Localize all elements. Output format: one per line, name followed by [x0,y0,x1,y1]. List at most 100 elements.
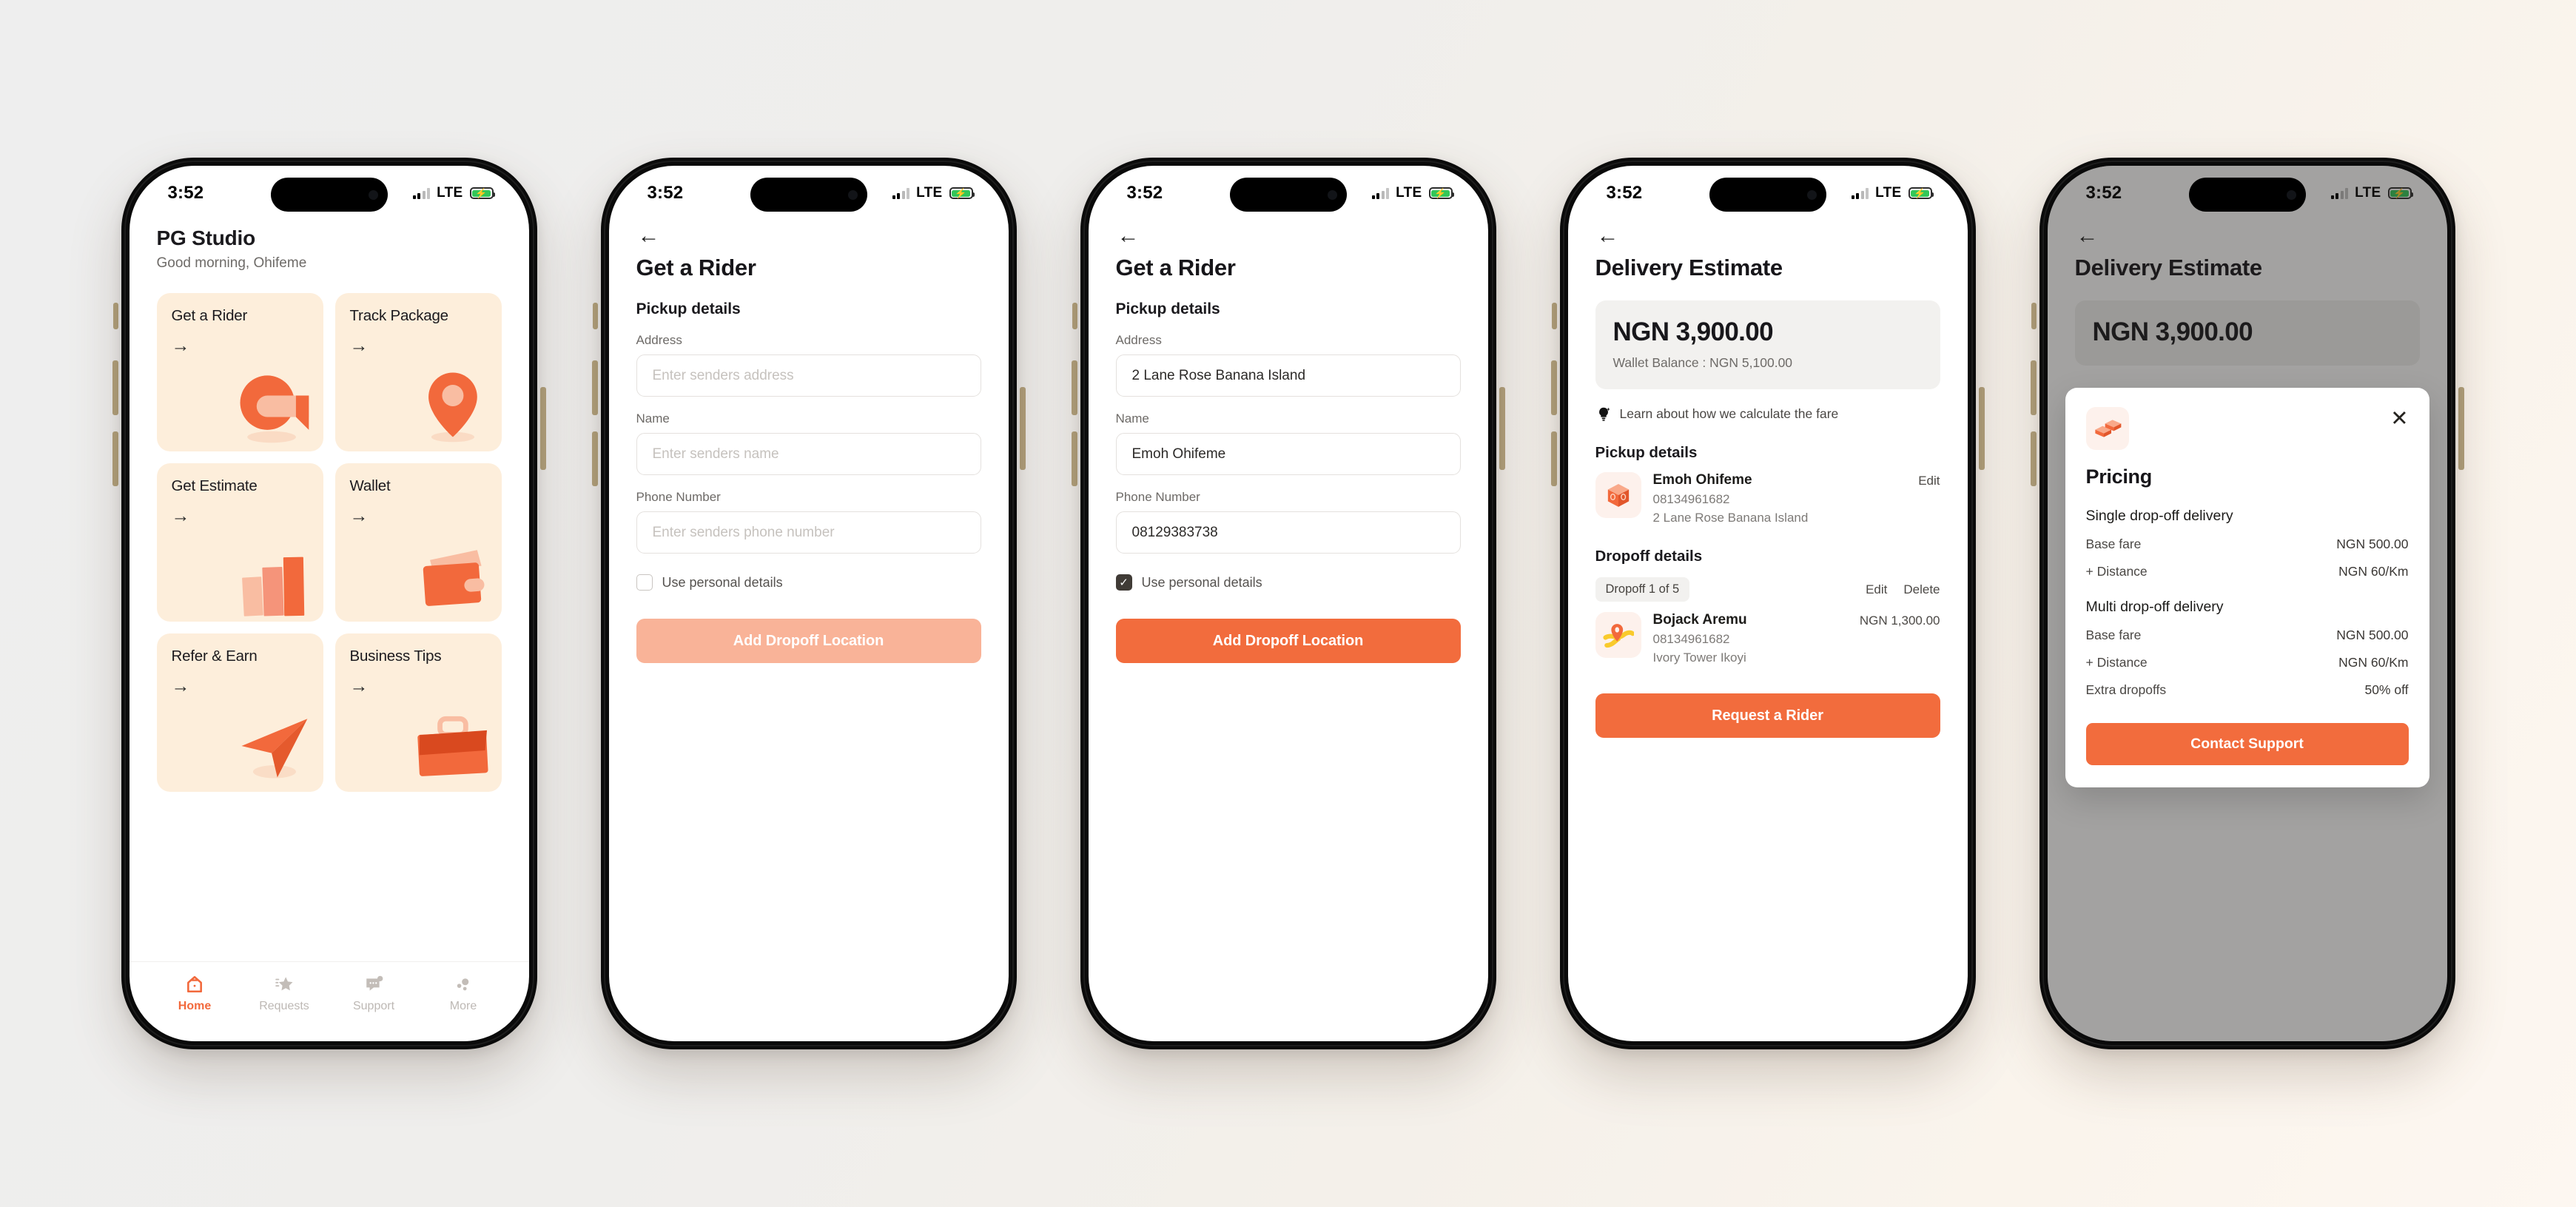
volume-up-button[interactable] [112,360,118,415]
tab-requests[interactable]: Requests [250,974,318,1013]
tile-label: Wallet [349,477,391,494]
briefcase-icon [417,716,488,776]
greeting-subtitle: Good morning, Ohifeme [156,255,307,271]
power-button[interactable] [1499,387,1505,470]
mute-switch[interactable] [1551,303,1557,329]
use-personal-details-row[interactable]: ✓ Use personal details [1115,574,1461,591]
tab-label: More [449,1000,477,1012]
price-label: Extra dropoffs [2085,682,2167,697]
network-label: LTE [1875,185,1902,201]
tile-label: Track Package [349,307,449,324]
field-label: Phone Number [636,490,721,504]
network-label: LTE [437,185,463,201]
field-phone: Phone Number Enter senders phone number [636,490,981,554]
pickup-edit-button[interactable]: Edit [1918,472,1940,488]
volume-up-button[interactable] [591,360,598,415]
volume-down-button[interactable] [2030,431,2037,486]
power-button[interactable] [2458,387,2464,470]
dynamic-island [1229,178,1347,212]
phone-input[interactable]: 08129383738 [1115,511,1461,554]
power-button[interactable] [539,387,546,470]
name-input[interactable]: Emoh Ohifeme [1115,433,1461,475]
use-personal-details-checkbox[interactable]: ✓ [1115,574,1132,591]
price-value: NGN 500.00 [2336,628,2409,642]
price-value: NGN 500.00 [2336,537,2409,551]
price-value: NGN 60/Km [2338,655,2409,670]
more-dots-icon [454,974,473,995]
learn-fare-link[interactable]: Learn about how we calculate the fare [1595,406,1940,422]
mute-switch[interactable] [112,303,118,329]
mute-switch[interactable] [1072,303,1077,329]
tile-refer-and-earn[interactable]: Refer & Earn → [156,633,323,792]
price-value: 50% off [2364,682,2409,697]
arrow-right-icon: → [171,335,190,356]
use-personal-details-checkbox[interactable] [636,574,653,591]
dynamic-island [2188,178,2306,212]
tab-home[interactable]: Home [161,974,229,1013]
contact-support-button[interactable]: Contact Support [2085,723,2409,765]
volume-down-button[interactable] [591,431,598,486]
volume-down-button[interactable] [1071,431,1077,486]
volume-up-button[interactable] [1550,360,1557,415]
use-personal-details-row[interactable]: Use personal details [636,574,981,591]
phone-showcase: 3:52 LTE ⚡ PG Studio Good morning, Ohife… [0,0,2576,1207]
dropoff-name: Bojack Aremu [1652,612,1747,628]
volume-up-button[interactable] [2030,360,2037,415]
add-dropoff-location-button[interactable]: Add Dropoff Location [1115,619,1461,663]
volume-up-button[interactable] [1071,360,1077,415]
tab-more[interactable]: More [429,974,497,1013]
add-dropoff-location-button[interactable]: Add Dropoff Location [636,619,981,663]
price-row: Extra dropoffs 50% off [2086,682,2409,698]
status-time: 3:52 [1126,183,1163,203]
field-name: Name Enter senders name [636,411,981,475]
phone-input[interactable]: Enter senders phone number [636,511,981,554]
field-label: Address [636,333,682,347]
address-input[interactable]: Enter senders address [636,354,981,397]
section-heading: Pickup details [636,300,741,317]
price-label: Base fare [2085,537,2142,551]
wallet-balance: Wallet Balance : NGN 5,100.00 [1612,355,1793,370]
tile-wallet[interactable]: Wallet → [334,463,502,622]
volume-down-button[interactable] [1550,431,1557,486]
network-label: LTE [916,185,943,201]
screen-get-a-rider-empty: 3:52 LTE ⚡ ← Get a Rider Pickup details … [608,166,1009,1041]
front-camera-icon [368,189,378,200]
tile-track-package[interactable]: Track Package → [334,293,502,451]
back-button[interactable]: ← [1117,225,1143,247]
dynamic-island [1709,178,1826,212]
close-icon[interactable]: ✕ [2390,409,2408,430]
paper-plane-icon [241,719,307,779]
tile-get-a-rider[interactable]: Get a Rider → [156,293,323,451]
signal-bars-icon [892,187,910,199]
address-input[interactable]: 2 Lane Rose Banana Island [1115,354,1461,397]
request-a-rider-button[interactable]: Request a Rider [1595,693,1940,738]
volume-down-button[interactable] [112,431,118,486]
back-button[interactable]: ← [638,225,663,247]
page-title: Delivery Estimate [1595,255,1783,280]
tile-business-tips[interactable]: Business Tips → [334,633,502,792]
tab-label: Requests [259,1000,309,1012]
tile-get-estimate[interactable]: Get Estimate → [156,463,323,622]
status-time: 3:52 [167,183,204,203]
arrow-right-icon: → [349,676,369,696]
tab-support[interactable]: Support [340,974,408,1013]
section-heading: Pickup details [1115,300,1220,317]
mute-switch[interactable] [592,303,598,329]
power-button[interactable] [1019,387,1026,470]
page-title: Get a Rider [1115,255,1236,280]
dropoff-delete-button[interactable]: Delete [1903,582,1940,597]
page-title: PG Studio [156,226,256,249]
price-value: NGN 60/Km [2338,564,2409,579]
power-button[interactable] [1978,387,1985,470]
name-input[interactable]: Enter senders name [636,433,981,475]
screen-delivery-estimate: 3:52 LTE ⚡ ← Delivery Estimate NGN 3,900… [1567,166,1968,1041]
price-row: Base fare NGN 500.00 [2086,628,2409,643]
dropoff-edit-button[interactable]: Edit [1866,582,1887,597]
mute-switch[interactable] [2031,303,2037,329]
dropoff-header-row: Dropoff 1 of 5 Edit Delete [1595,577,1940,602]
pickup-row: Emoh Ohifeme 08134961682 2 Lane Rose Ban… [1595,472,1940,525]
screen-get-a-rider-filled: 3:52 LTE ⚡ ← Get a Rider Pickup details … [1088,166,1488,1041]
back-button[interactable]: ← [1597,225,1622,247]
field-label: Address [1115,333,1162,347]
dropoff-price: NGN 1,300.00 [1859,613,1940,628]
